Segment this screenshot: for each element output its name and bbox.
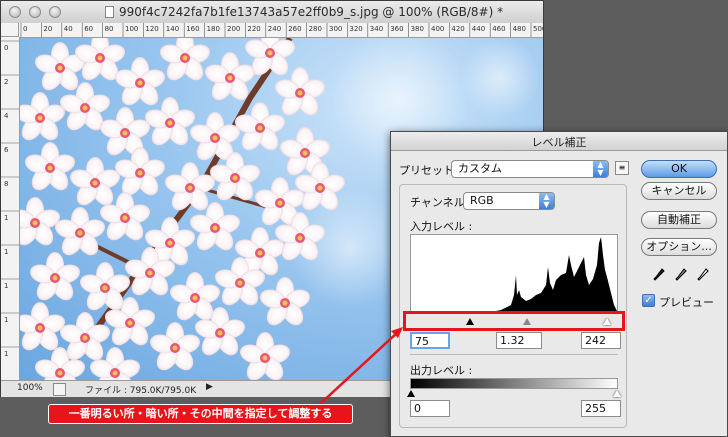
callout-label: 一番明るい所・暗い所・その中間を指定して調整する [48, 404, 353, 424]
callout-arrow [319, 327, 403, 405]
